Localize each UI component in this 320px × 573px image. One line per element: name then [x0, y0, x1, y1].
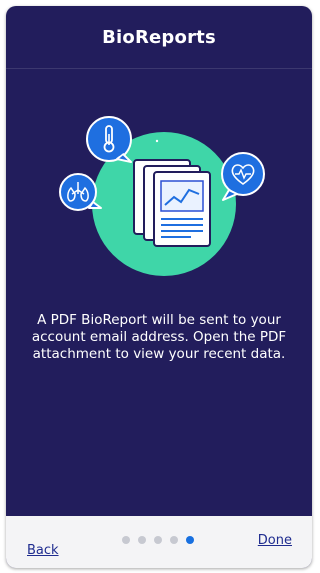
header-bar: BioReports — [6, 6, 312, 69]
page-dot-4 — [170, 536, 179, 544]
footer-bar: Back Done — [6, 516, 312, 568]
pagination-dots — [122, 536, 195, 544]
page-dot-5-active — [186, 536, 195, 544]
thermometer-icon — [86, 116, 132, 163]
sparkle-dot — [155, 139, 159, 143]
pdf-report-icon — [133, 159, 211, 247]
bioreport-illustration — [59, 116, 265, 276]
page-title: BioReports — [102, 26, 216, 48]
lungs-icon — [59, 173, 102, 211]
page-dot-3 — [154, 536, 163, 544]
onboarding-card: BioReports A PDF BioReport will be sent … — [6, 6, 312, 568]
done-button[interactable]: Done — [258, 533, 292, 548]
back-button[interactable]: Back — [27, 543, 59, 558]
page-dot-1 — [122, 536, 131, 544]
info-message: A PDF BioReport will be sent to your acc… — [31, 312, 287, 362]
heart-pulse-icon — [221, 152, 265, 201]
page-dot-2 — [138, 536, 147, 544]
